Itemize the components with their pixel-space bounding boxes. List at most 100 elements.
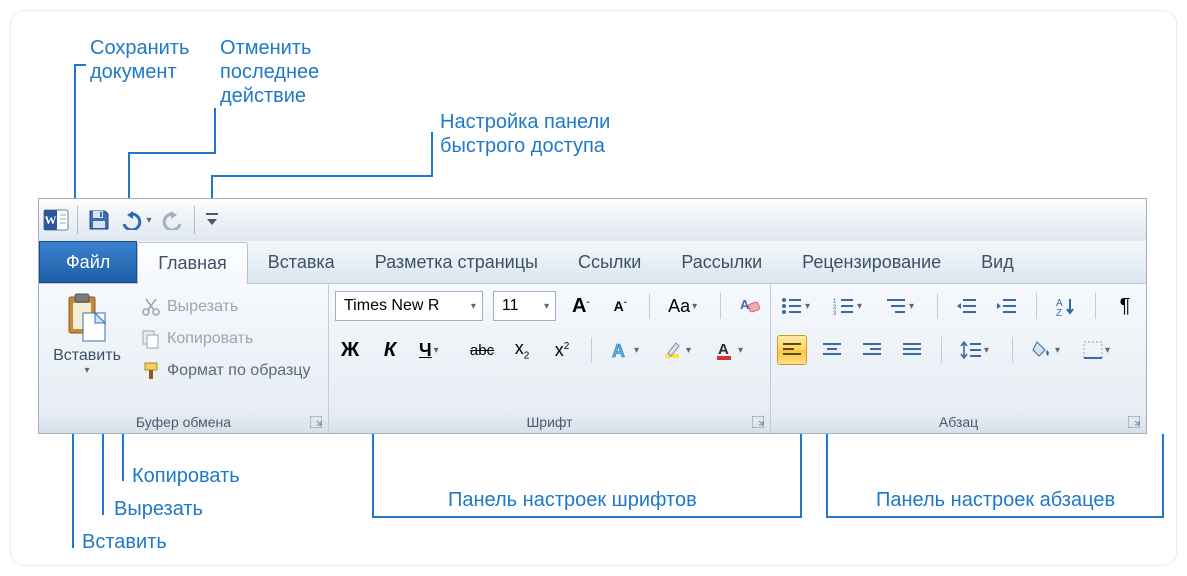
group-font: Times New R ▾ 11 ▾ Aˆ Aˇ Aa▾ (329, 284, 771, 433)
tab-mailings[interactable]: Рассылки (661, 241, 782, 283)
numbering-button[interactable]: 123 ▾ (829, 291, 871, 321)
align-right-button[interactable] (857, 335, 887, 365)
word-app-icon[interactable]: W (41, 205, 71, 235)
sort-icon: AZ (1055, 296, 1077, 316)
highlight-button[interactable]: ▾ (658, 335, 700, 365)
font-color-button[interactable]: A ▾ (710, 335, 752, 365)
callout-font-panel: Панель настроек шрифтов (448, 488, 697, 512)
bold-button[interactable]: Ж (335, 335, 365, 365)
tab-layout[interactable]: Разметка страницы (355, 241, 558, 283)
tab-view[interactable]: Вид (961, 241, 1034, 283)
paste-button[interactable]: Вставить ▾ (45, 289, 129, 411)
launcher-paragraph[interactable] (1126, 414, 1142, 430)
shading-button[interactable]: ▾ (1027, 335, 1069, 365)
cut-button[interactable]: Вырезать (137, 293, 314, 321)
chevron-down-icon: ▾ (857, 301, 862, 312)
separator (720, 293, 721, 319)
qat-separator (77, 206, 78, 234)
borders-button[interactable]: ▾ (1079, 335, 1121, 365)
outdent-icon (956, 297, 978, 315)
line-spacing-icon (960, 341, 982, 359)
subscript-button[interactable]: x2 (507, 335, 537, 365)
format-painter-icon (141, 361, 161, 381)
callout-save-document: Сохранить документ (90, 36, 189, 84)
leader-undo-v2 (214, 108, 216, 154)
leader-para-right (1162, 434, 1164, 518)
decrease-indent-button[interactable] (952, 291, 982, 321)
paste-label: Вставить (53, 347, 121, 365)
group-paragraph: ▾ 123 ▾ ▾ (771, 284, 1146, 433)
show-marks-button[interactable]: ¶ (1110, 291, 1140, 321)
cut-label: Вырезать (167, 298, 238, 316)
chevron-down-icon: ▾ (909, 301, 914, 312)
justify-button[interactable] (897, 335, 927, 365)
sort-button[interactable]: AZ (1051, 291, 1081, 321)
save-button[interactable] (84, 205, 114, 235)
increase-indent-button[interactable] (992, 291, 1022, 321)
tab-home[interactable]: Главная (137, 242, 248, 284)
shading-icon (1031, 340, 1053, 360)
leader-save (74, 64, 76, 212)
borders-icon (1083, 341, 1103, 359)
text-effect-icon: A (610, 339, 632, 361)
launcher-font[interactable] (750, 414, 766, 430)
copy-button[interactable]: Копировать (137, 325, 314, 353)
align-center-button[interactable] (817, 335, 847, 365)
superscript-button[interactable]: x2 (547, 335, 577, 365)
font-name-combo[interactable]: Times New R ▾ (335, 291, 483, 321)
tab-references[interactable]: Ссылки (558, 241, 661, 283)
separator (1095, 293, 1096, 319)
text-effects-button[interactable]: A ▾ (606, 335, 648, 365)
svg-text:W: W (45, 213, 57, 227)
align-right-icon (862, 342, 882, 358)
change-case-button[interactable]: Aa▾ (664, 291, 705, 321)
leader-para-left (826, 434, 828, 518)
redo-button[interactable] (158, 205, 188, 235)
numbering-icon: 123 (833, 297, 855, 315)
tab-review[interactable]: Рецензирование (782, 241, 961, 283)
multilevel-list-button[interactable]: ▾ (881, 291, 923, 321)
ribbon: W ▾ Файл Главная Вставка Разметка стран (38, 198, 1147, 434)
highlight-icon (662, 339, 684, 361)
qat-customize-button[interactable] (201, 205, 223, 235)
leader-save-h (74, 64, 86, 66)
bullets-icon (781, 297, 803, 315)
separator (937, 293, 938, 319)
chevron-down-icon: ▾ (1055, 345, 1060, 356)
ribbon-groups: Вставить ▾ Вырезать Копировать (38, 284, 1147, 434)
font-size-value: 11 (502, 297, 519, 315)
align-center-icon (822, 342, 842, 358)
scissors-icon (141, 297, 161, 317)
separator (649, 293, 650, 319)
format-painter-button[interactable]: Формат по образцу (137, 357, 314, 385)
undo-button[interactable]: ▾ (116, 205, 156, 235)
clear-formatting-button[interactable]: A (734, 291, 764, 321)
strikethrough-button[interactable]: abc (467, 335, 497, 365)
svg-text:Z: Z (1056, 308, 1062, 316)
align-left-button[interactable] (777, 335, 807, 365)
leader-undo-h (128, 152, 214, 154)
tab-file[interactable]: Файл (39, 241, 137, 283)
callout-qat-customize: Настройка панели быстрого доступа (440, 110, 610, 158)
grow-font-button[interactable]: Aˆ (566, 291, 596, 321)
launcher-clipboard[interactable] (308, 414, 324, 430)
tab-insert[interactable]: Вставка (248, 241, 355, 283)
paste-icon (65, 293, 109, 343)
copy-label: Копировать (167, 330, 253, 348)
underline-button[interactable]: Ч▾ (415, 335, 457, 365)
bullets-button[interactable]: ▾ (777, 291, 819, 321)
shrink-font-button[interactable]: Aˇ (606, 291, 636, 321)
separator (1036, 293, 1037, 319)
quick-access-toolbar: W ▾ (38, 198, 1147, 241)
callout-copy: Копировать (132, 464, 240, 488)
font-size-combo[interactable]: 11 ▾ (493, 291, 556, 321)
leader-paste (72, 420, 74, 548)
italic-button[interactable]: К (375, 335, 405, 365)
chevron-down-icon: ▾ (634, 345, 639, 356)
line-spacing-button[interactable]: ▾ (956, 335, 998, 365)
chevron-down-icon: ▾ (984, 345, 989, 356)
font-name-value: Times New R (344, 297, 439, 315)
chevron-down-icon: ▾ (471, 301, 476, 312)
chevron-down-icon: ▾ (805, 301, 810, 312)
group-caption-clipboard: Буфер обмена (39, 411, 328, 433)
